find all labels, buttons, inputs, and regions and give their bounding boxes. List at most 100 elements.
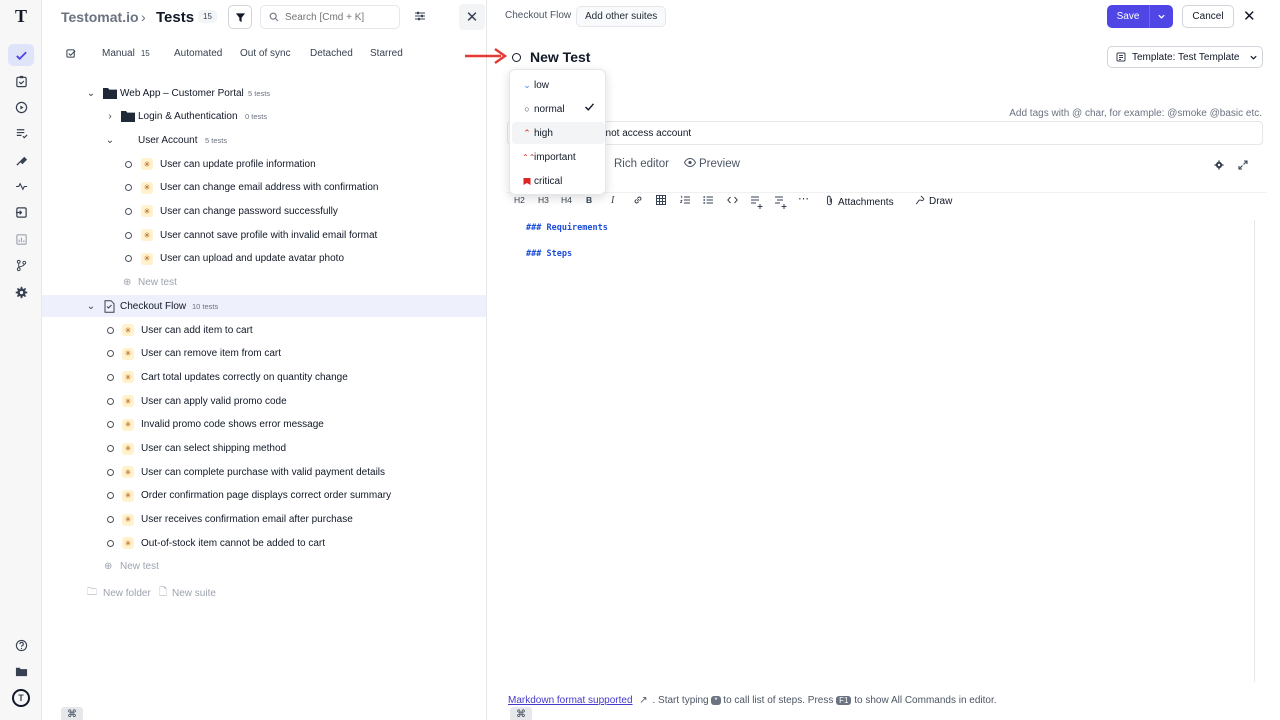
close-tests-button[interactable]: ✕ bbox=[459, 4, 485, 30]
hint-text-3: to show All Commands in editor. bbox=[854, 695, 997, 706]
draw-button[interactable]: Draw bbox=[915, 195, 952, 207]
priority-option-high[interactable]: ⌃ high bbox=[512, 122, 605, 144]
breadcrumb-separator: › bbox=[141, 9, 146, 25]
new-folder-icon: 🗀 bbox=[87, 586, 97, 598]
test-row[interactable]: ✳ User can update profile information bbox=[42, 153, 486, 175]
ordered-list-icon[interactable] bbox=[680, 195, 690, 205]
chevron-down-icon[interactable] bbox=[1149, 5, 1173, 28]
chevron-down-icon[interactable]: ⌄ bbox=[85, 301, 97, 312]
test-row[interactable]: ✳ User cannot save profile with invalid e… bbox=[42, 224, 486, 246]
settings-nav-icon[interactable] bbox=[8, 281, 34, 303]
test-row[interactable]: ✳ Cart total updates correctly on quantit… bbox=[42, 366, 486, 388]
command-key-badge[interactable]: ⌘ bbox=[510, 707, 532, 720]
test-row[interactable]: ✳ Invalid promo code shows error message bbox=[42, 414, 486, 436]
add-other-suites-button[interactable]: Add other suites bbox=[576, 6, 667, 27]
link-icon[interactable] bbox=[633, 195, 643, 205]
tab-out-of-sync[interactable]: Out of sync bbox=[240, 48, 291, 59]
folder-row-web-app[interactable]: ⌄ Web App – Customer Portal 5 tests bbox=[42, 82, 486, 104]
chevron-right-icon[interactable]: › bbox=[104, 111, 116, 122]
tab-preview-label: Preview bbox=[699, 158, 740, 170]
tab-starred[interactable]: Starred bbox=[370, 48, 403, 59]
folder-row-login[interactable]: › Login & Authentication 0 tests bbox=[42, 105, 486, 127]
markdown-link[interactable]: Markdown format supported bbox=[508, 695, 633, 706]
analytics-nav-icon[interactable] bbox=[8, 228, 34, 250]
template-select[interactable]: Template: Test Template bbox=[1107, 46, 1263, 68]
test-row[interactable]: ✳ Out-of-stock item cannot be added to ca… bbox=[42, 532, 486, 554]
plans-nav-icon[interactable] bbox=[8, 122, 34, 144]
branches-nav-icon[interactable] bbox=[8, 254, 34, 276]
test-row[interactable]: ✳ User can complete purchase with valid p… bbox=[42, 461, 486, 483]
save-button[interactable]: Save bbox=[1107, 5, 1173, 28]
table-icon[interactable] bbox=[656, 195, 666, 205]
suite-breadcrumb[interactable]: Checkout Flow bbox=[505, 10, 571, 21]
priority-option-important[interactable]: ⌃⌃ important bbox=[512, 146, 605, 168]
priority-circle-icon bbox=[125, 255, 132, 263]
close-icon[interactable]: ✕ bbox=[1243, 7, 1256, 25]
app-logo[interactable]: T bbox=[8, 5, 34, 27]
priority-circle-icon bbox=[125, 160, 132, 168]
bold-button[interactable]: B bbox=[586, 195, 592, 205]
tags-hint: Add tags with @ char, for example: @smok… bbox=[1009, 108, 1262, 119]
runs-nav-icon[interactable] bbox=[8, 70, 34, 92]
bullet-list-icon[interactable] bbox=[703, 195, 713, 205]
gear-icon[interactable] bbox=[1214, 160, 1224, 170]
bulk-edit-icon[interactable] bbox=[66, 48, 77, 62]
test-row[interactable]: ✳ User can change email address with conf… bbox=[42, 177, 486, 199]
new-folder-button[interactable]: New folder bbox=[103, 588, 151, 599]
chevron-down-icon[interactable]: ⌄ bbox=[85, 88, 97, 99]
filter-button[interactable] bbox=[228, 5, 252, 29]
suite-row-user-account[interactable]: ⌄ User Account 5 tests bbox=[42, 129, 486, 151]
test-title[interactable]: New Test bbox=[530, 49, 590, 65]
projects-icon[interactable] bbox=[8, 660, 34, 682]
new-suite-button[interactable]: New suite bbox=[172, 588, 216, 599]
command-key-badge[interactable]: ⌘ bbox=[61, 707, 83, 720]
chevron-down-icon[interactable]: ⌄ bbox=[104, 135, 116, 146]
draw-label: Draw bbox=[929, 196, 953, 207]
tab-manual[interactable]: Manual 15 bbox=[102, 48, 150, 59]
cancel-button[interactable]: Cancel bbox=[1182, 5, 1234, 28]
new-test-row[interactable]: ⊕ New test bbox=[42, 555, 486, 577]
heading4-button[interactable]: H4 bbox=[561, 195, 572, 205]
heading2-button[interactable]: H2 bbox=[514, 195, 525, 205]
test-row[interactable]: ✳ User can select shipping method bbox=[42, 438, 486, 460]
view-settings-button[interactable] bbox=[414, 10, 426, 25]
test-row[interactable]: ✳ Order confirmation page displays correc… bbox=[42, 485, 486, 507]
priority-option-critical[interactable]: critical bbox=[512, 170, 605, 192]
attachments-button[interactable]: Attachments bbox=[825, 195, 894, 208]
search-input[interactable] bbox=[285, 11, 395, 23]
test-row[interactable]: ✳ User can apply valid promo code bbox=[42, 390, 486, 412]
test-row[interactable]: ✳ User can add item to cart bbox=[42, 319, 486, 341]
test-row[interactable]: ✳ User can change password successfully bbox=[42, 200, 486, 222]
steps-nav-icon[interactable] bbox=[8, 149, 34, 171]
expand-icon[interactable] bbox=[1238, 160, 1248, 170]
priority-option-normal[interactable]: ○ normal bbox=[512, 98, 605, 120]
markdown-editor[interactable]: ### Requirements ### Steps bbox=[507, 220, 1255, 682]
add-substep-icon[interactable] bbox=[775, 195, 787, 209]
italic-button[interactable]: I bbox=[611, 195, 614, 206]
priority-toggle[interactable] bbox=[512, 53, 521, 62]
tab-automated[interactable]: Automated bbox=[174, 48, 222, 59]
test-row[interactable]: ✳ User can upload and update avatar photo bbox=[42, 248, 486, 270]
add-step-icon[interactable] bbox=[751, 195, 763, 209]
account-logo[interactable]: T bbox=[8, 687, 34, 709]
tab-detached[interactable]: Detached bbox=[310, 48, 353, 59]
search-box[interactable] bbox=[260, 5, 400, 29]
play-nav-icon[interactable] bbox=[8, 96, 34, 118]
heading3-button[interactable]: H3 bbox=[538, 195, 549, 205]
test-row[interactable]: ✳ User can remove item from cart bbox=[42, 343, 486, 365]
tab-preview[interactable]: Preview bbox=[683, 157, 740, 170]
new-test-row[interactable]: ⊕ New test bbox=[42, 271, 486, 293]
suite-row-checkout[interactable]: ⌄ Checkout Flow 10 tests bbox=[42, 295, 486, 317]
import-nav-icon[interactable] bbox=[8, 201, 34, 223]
priority-option-low[interactable]: ⌄ low bbox=[512, 74, 605, 96]
tags-input[interactable]: nnot access account bbox=[507, 121, 1263, 145]
help-icon[interactable] bbox=[8, 634, 34, 656]
pulse-nav-icon[interactable] bbox=[8, 175, 34, 197]
project-breadcrumb[interactable]: Testomat.io bbox=[61, 9, 139, 25]
code-line-steps: ### Steps bbox=[526, 249, 573, 259]
test-row[interactable]: ✳ User receives confirmation email after … bbox=[42, 509, 486, 531]
more-icon[interactable]: ⋯ bbox=[798, 192, 809, 205]
code-icon[interactable] bbox=[727, 195, 738, 205]
tests-nav-icon[interactable] bbox=[8, 44, 34, 66]
tab-rich-editor[interactable]: Rich editor bbox=[614, 158, 669, 170]
